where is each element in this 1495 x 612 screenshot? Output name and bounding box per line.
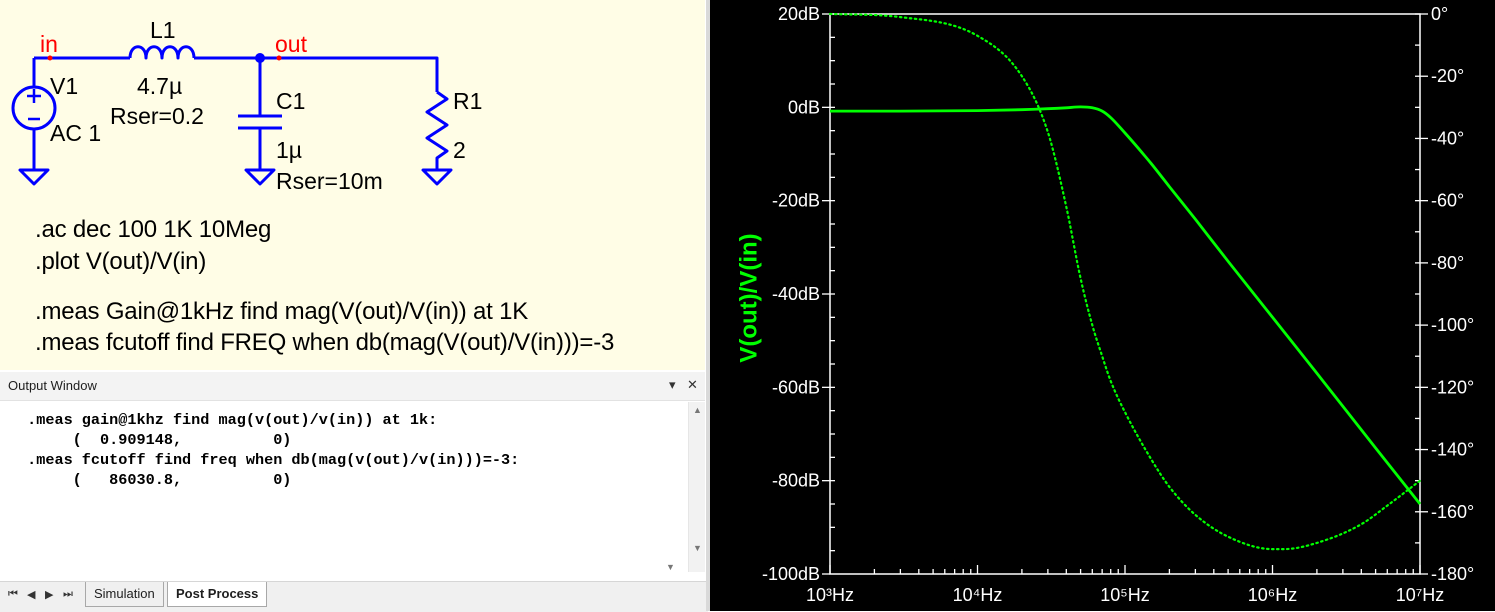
output-log[interactable]: .meas gain@1khz find mag(v(out)/v(in)) a…	[18, 410, 519, 490]
output-line: ( 86030.8, 0)	[18, 471, 292, 489]
y2-tick-label: -60°	[1431, 191, 1464, 211]
schematic-editor[interactable]: in out V1 AC 1 L1 4.7µ Rser=0.2 C1 1µ Rs…	[0, 0, 705, 370]
previous-tab-icon[interactable]: ◀	[27, 588, 35, 601]
r1-name[interactable]: R1	[453, 88, 482, 114]
output-window-title-bar[interactable]: Output Window ▾ ✕	[0, 372, 705, 401]
capacitor-c1[interactable]	[238, 114, 282, 130]
c1-value[interactable]: 1µ	[276, 137, 302, 163]
net-label-in[interactable]: in	[40, 31, 58, 57]
plus-sign-icon	[27, 89, 41, 103]
directive-plot[interactable]: .plot V(out)/V(in)	[35, 248, 206, 276]
y2-tick-label: -40°	[1431, 128, 1464, 148]
y-axis-label[interactable]: V(out)/V(in)	[735, 233, 762, 362]
plot-area-frame	[829, 13, 1421, 575]
output-window: Output Window ▾ ✕ .meas gain@1khz find m…	[0, 372, 705, 581]
output-line: .meas gain@1khz find mag(v(out)/v(in)) a…	[18, 411, 438, 429]
y2-tick-label: -140°	[1431, 440, 1474, 460]
dropdown-icon[interactable]: ▾	[669, 376, 676, 394]
first-tab-icon[interactable]: ⏮	[8, 588, 18, 601]
scroll-down-icon[interactable]: ▼	[693, 543, 702, 553]
bode-plot[interactable]: 10³Hz 10⁴Hz 10⁵Hz 10⁶Hz 10⁷Hz 20dB 0dB -20dB -40…	[710, 0, 1495, 611]
x-tick-label: 10³Hz	[806, 585, 854, 605]
y2-tick-label: -80°	[1431, 253, 1464, 273]
ground-r1	[421, 168, 453, 186]
c1-name[interactable]: C1	[276, 88, 305, 114]
x-tick-label: 10⁶Hz	[1248, 585, 1297, 605]
last-tab-icon[interactable]: ⏭	[63, 588, 73, 601]
directive-ac[interactable]: .ac dec 100 1K 10Meg	[35, 216, 271, 244]
scroll-up-icon[interactable]: ▲	[693, 405, 702, 415]
close-icon[interactable]: ✕	[687, 376, 698, 394]
v1-name[interactable]: V1	[50, 73, 78, 99]
x-tick-label: 10⁵Hz	[1100, 585, 1149, 605]
directive-meas-fcutoff[interactable]: .meas fcutoff find FREQ when db(mag(V(ou…	[35, 329, 614, 357]
y2-tick-label: -180°	[1431, 564, 1474, 584]
tab-simulation[interactable]: Simulation	[85, 582, 164, 607]
next-tab-icon[interactable]: ▶	[45, 588, 53, 601]
y-tick-label: -20dB	[772, 191, 820, 211]
y2-tick-label: -160°	[1431, 502, 1474, 522]
x-tick-label: 10⁷Hz	[1396, 585, 1445, 605]
output-line: .meas fcutoff find freq when db(mag(v(ou…	[18, 451, 520, 469]
y-tick-label: -60dB	[772, 377, 820, 397]
y-tick-label: -100dB	[762, 564, 820, 584]
y2-tick-label: 0°	[1431, 4, 1448, 24]
resistor-r1[interactable]	[425, 90, 449, 170]
sheet-tab-bar: ⏮ ◀ ▶ ⏭ Simulation Post Process ▼	[0, 562, 708, 612]
wire-v1[interactable]	[32, 56, 50, 170]
magnitude-trace[interactable]	[830, 105, 1422, 505]
inductor-l1[interactable]	[128, 45, 196, 60]
r1-value[interactable]: 2	[453, 137, 466, 163]
y-tick-label: 20dB	[778, 4, 820, 24]
net-label-out[interactable]: out	[275, 31, 308, 57]
y-tick-label: -40dB	[772, 284, 820, 304]
y-tick-label: -80dB	[772, 471, 820, 491]
tab-post-process[interactable]: Post Process	[167, 582, 268, 607]
y-tick-label: 0dB	[788, 97, 820, 117]
c1-rser[interactable]: Rser=10m	[276, 168, 383, 194]
y2-tick-label: -100°	[1431, 315, 1474, 335]
wire-out[interactable]	[194, 56, 439, 92]
y2-tick-label: -120°	[1431, 377, 1474, 397]
ground-c1	[244, 168, 276, 186]
output-window-title: Output Window	[8, 378, 97, 393]
junction-dot	[255, 53, 265, 63]
l1-rser[interactable]: Rser=0.2	[110, 103, 204, 129]
directive-meas-gain[interactable]: .meas Gain@1kHz find mag(V(out)/V(in)) a…	[35, 298, 528, 326]
l1-name[interactable]: L1	[150, 17, 176, 43]
scroll-down-small-icon[interactable]: ▼	[666, 562, 675, 572]
output-line: ( 0.909148, 0)	[18, 431, 292, 449]
y2-tick-label: -20°	[1431, 66, 1464, 86]
x-tick-label: 10⁴Hz	[953, 585, 1003, 605]
waveform-viewer[interactable]: 10³Hz 10⁴Hz 10⁵Hz 10⁶Hz 10⁷Hz 20dB 0dB -20dB -40…	[710, 0, 1495, 611]
l1-value[interactable]: 4.7µ	[137, 73, 182, 99]
vertical-scrollbar[interactable]: ▲ ▼	[688, 402, 705, 572]
phase-trace[interactable]	[828, 12, 1422, 551]
v1-value[interactable]: AC 1	[50, 120, 101, 146]
ground-v1	[18, 168, 50, 186]
